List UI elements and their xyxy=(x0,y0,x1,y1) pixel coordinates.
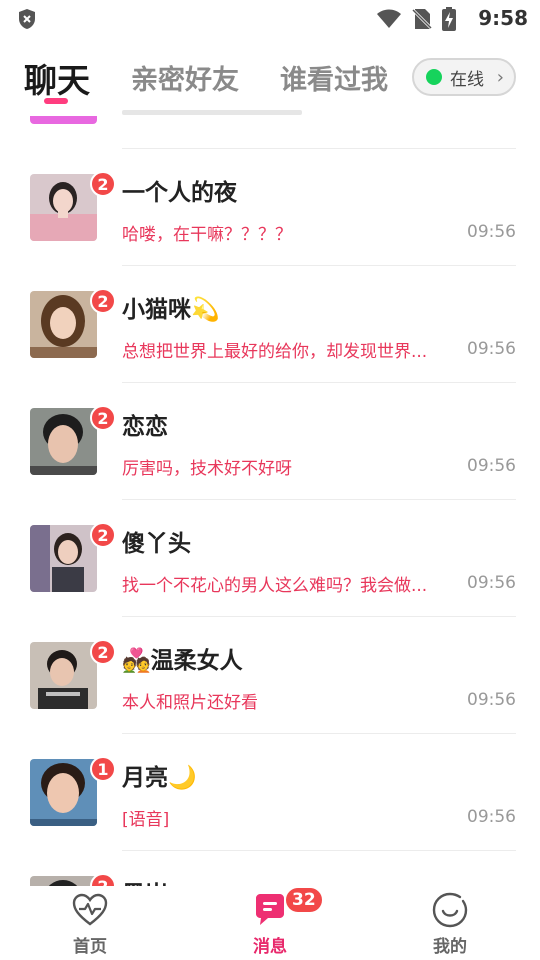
message-preview: 厉害吗，技术好不好呀 xyxy=(122,459,292,479)
bottom-nav: 首页 32 消息 我的 xyxy=(0,886,540,960)
chat-bubble-icon xyxy=(256,894,284,925)
nav-messages[interactable]: 32 消息 xyxy=(210,886,330,960)
message-time: 09:56 xyxy=(467,573,516,593)
message-time: 09:56 xyxy=(467,807,516,827)
chevron-right-icon: › xyxy=(496,67,504,88)
active-tab-indicator xyxy=(44,98,68,104)
contact-name: 黑岩 xyxy=(122,875,168,886)
list-item[interactable]: 2 傻丫头 找一个不花心的男人这么难吗？我会做... 09:56 xyxy=(0,500,540,617)
contact-name: 恋恋 xyxy=(122,414,168,440)
contact-name: 月亮🌙 xyxy=(122,765,197,791)
contact-name: 💑温柔女人 xyxy=(122,648,243,674)
online-status-button[interactable]: 在线 › xyxy=(412,58,516,96)
unread-badge: 2 xyxy=(90,405,116,431)
list-item[interactable]: 1 月亮🌙 [语音] 09:56 xyxy=(0,734,540,851)
avatar xyxy=(30,876,97,886)
avatar xyxy=(30,408,97,475)
message-preview: 哈喽，在干嘛？？？？ xyxy=(122,225,292,245)
shield-icon xyxy=(19,9,35,29)
partial-preview xyxy=(122,108,322,120)
nav-profile[interactable]: 我的 xyxy=(390,886,510,960)
no-sim-icon xyxy=(412,8,432,30)
unread-badge: 2 xyxy=(90,288,116,314)
contact-name: 小猫咪💫 xyxy=(122,297,220,323)
avatar xyxy=(30,642,97,709)
avatar xyxy=(30,291,97,358)
message-preview: 本人和照片还好看 xyxy=(122,693,258,713)
status-time: 9:58 xyxy=(478,6,528,30)
online-dot-icon xyxy=(426,69,442,85)
message-preview: 找一个不花心的男人这么难吗？我会做... xyxy=(122,576,428,596)
online-status-label: 在线 xyxy=(450,69,484,90)
list-item[interactable]: 2 黑岩 xyxy=(0,851,540,886)
smiley-face-icon xyxy=(432,892,468,928)
message-time: 09:56 xyxy=(467,690,516,710)
heartbeat-icon xyxy=(72,893,108,926)
message-time: 09:56 xyxy=(467,339,516,359)
avatar xyxy=(30,116,97,124)
nav-home-label: 首页 xyxy=(73,937,107,957)
unread-badge: 2 xyxy=(90,171,116,197)
tab-chat[interactable]: 聊天 xyxy=(24,54,90,102)
message-time: 09:56 xyxy=(467,456,516,476)
message-preview: 总想把世界上最好的给你，却发现世界... xyxy=(122,342,428,362)
status-bar: 9:58 xyxy=(0,0,540,36)
contact-name: 傻丫头 xyxy=(122,531,191,557)
nav-messages-label: 消息 xyxy=(253,937,287,957)
unread-badge: 2 xyxy=(90,522,116,548)
nav-profile-label: 我的 xyxy=(433,937,467,957)
top-tabs: 聊天 亲密好友 谁看过我 在线 › xyxy=(0,52,540,108)
avatar xyxy=(30,174,97,241)
list-item[interactable]: 2 恋恋 厉害吗，技术好不好呀 09:56 xyxy=(0,383,540,500)
unread-badge: 2 xyxy=(90,639,116,665)
message-time: 09:56 xyxy=(467,222,516,242)
contact-name: 一个人的夜 xyxy=(122,180,237,206)
unread-badge: 1 xyxy=(90,756,116,782)
list-item[interactable]: 2 一个人的夜 哈喽，在干嘛？？？？ 09:56 xyxy=(0,149,540,266)
tab-close-friends[interactable]: 亲密好友 xyxy=(131,58,239,97)
unread-badge: 2 xyxy=(90,873,116,886)
avatar xyxy=(30,525,97,592)
tab-who-viewed-me[interactable]: 谁看过我 xyxy=(280,58,388,97)
message-preview: [语音] xyxy=(122,810,170,830)
wifi-icon xyxy=(377,9,401,28)
battery-charging-icon xyxy=(442,7,456,31)
messages-unread-badge: 32 xyxy=(284,886,324,914)
avatar xyxy=(30,759,97,826)
nav-home[interactable]: 首页 xyxy=(30,886,150,960)
list-item[interactable]: 2 小猫咪💫 总想把世界上最好的给你，却发现世界... 09:56 xyxy=(0,266,540,383)
list-item-partial[interactable] xyxy=(0,108,540,149)
list-item[interactable]: 2 💑温柔女人 本人和照片还好看 09:56 xyxy=(0,617,540,734)
conversation-list[interactable]: 2 一个人的夜 哈喽，在干嘛？？？？ 09:56 2 小猫咪💫 总想把世界上最好… xyxy=(0,108,540,886)
